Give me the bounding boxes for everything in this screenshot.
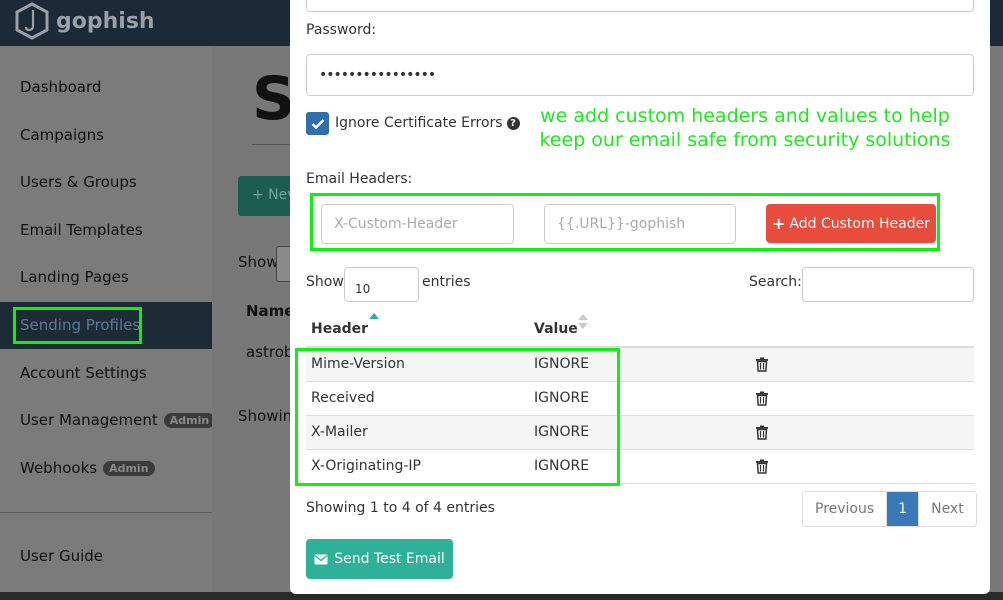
sidebar-item-email-templates[interactable]: Email Templates bbox=[20, 221, 143, 239]
sidebar-item-webhooks[interactable]: Webhooks Admin bbox=[20, 459, 155, 477]
custom-value-input[interactable]: {{.URL}}-gophish bbox=[544, 204, 736, 244]
sidebar-item-campaigns[interactable]: Campaigns bbox=[20, 126, 104, 144]
page-1-button[interactable]: 1 bbox=[887, 492, 920, 526]
logo-text: gophish bbox=[56, 8, 155, 34]
sidebar-item-landing-pages[interactable]: Landing Pages bbox=[20, 268, 129, 286]
trash-icon[interactable] bbox=[755, 459, 769, 474]
add-custom-header-button[interactable]: + Add Custom Header bbox=[766, 204, 936, 243]
table-row: Received IGNORE bbox=[306, 382, 974, 416]
annotation-line-1: we add custom headers and values to help bbox=[540, 105, 950, 127]
admin-badge: Admin bbox=[163, 412, 216, 428]
ignore-cert-label[interactable]: Ignore Certificate Errors? bbox=[335, 115, 520, 131]
table-search-input[interactable] bbox=[802, 267, 974, 302]
trash-icon[interactable] bbox=[755, 425, 769, 440]
password-label: Password: bbox=[306, 22, 377, 38]
annotation-text: we add custom headers and values to help… bbox=[530, 104, 960, 152]
show-label: Show bbox=[306, 274, 344, 290]
value-cell: IGNORE bbox=[534, 424, 590, 440]
sidebar-item-label: User Management bbox=[20, 411, 158, 429]
trash-icon[interactable] bbox=[755, 357, 769, 372]
sort-icon[interactable] bbox=[577, 314, 589, 330]
header-cell: Received bbox=[311, 390, 375, 406]
question-circle-icon[interactable]: ? bbox=[506, 117, 520, 130]
trash-icon[interactable] bbox=[755, 391, 769, 406]
ignore-cert-checkbox[interactable] bbox=[306, 112, 329, 135]
value-cell: IGNORE bbox=[534, 390, 590, 406]
header-cell: X-Mailer bbox=[311, 424, 368, 440]
header-cell: Mime-Version bbox=[311, 356, 405, 372]
plus-icon: + bbox=[771, 214, 786, 233]
sidebar-item-dashboard[interactable]: Dashboard bbox=[20, 78, 101, 96]
page-title: S bbox=[252, 64, 296, 134]
bg-name-header: Name bbox=[246, 302, 295, 320]
sidebar-item-label: Email Templates bbox=[20, 221, 143, 239]
page-length-select[interactable]: 10 bbox=[344, 267, 419, 302]
showing-entries-text: Showing 1 to 4 of 4 entries bbox=[306, 500, 495, 516]
table-row: X-Originating-IP IGNORE bbox=[306, 450, 974, 484]
sidebar-item-sending-profiles[interactable]: Sending Profiles bbox=[20, 316, 140, 334]
sidebar-item-account-settings[interactable]: Account Settings bbox=[20, 364, 147, 382]
password-field[interactable]: •••••••••••••••• bbox=[306, 54, 974, 96]
sidebar-divider bbox=[0, 512, 212, 513]
custom-header-input[interactable]: X-Custom-Header bbox=[321, 204, 514, 244]
bg-show-label: Show bbox=[238, 253, 279, 271]
next-page-button[interactable]: Next bbox=[919, 492, 976, 526]
sidebar-item-label: Dashboard bbox=[20, 78, 102, 96]
header-column-title[interactable]: Header bbox=[311, 321, 368, 337]
hook-logo-icon bbox=[15, 2, 49, 40]
previous-page-button[interactable]: Previous bbox=[803, 492, 888, 526]
bg-profile-row: astrob bbox=[246, 343, 294, 361]
gophish-logo[interactable]: gophish bbox=[14, 2, 155, 40]
sidebar-item-users-groups[interactable]: Users & Groups bbox=[20, 173, 137, 191]
sidebar-item-label: Campaigns bbox=[20, 126, 105, 144]
annotation-line-2: keep our email safe from security soluti… bbox=[539, 129, 951, 151]
envelope-icon bbox=[314, 554, 328, 564]
check-icon bbox=[311, 118, 324, 129]
value-cell: IGNORE bbox=[534, 458, 590, 474]
sending-profile-modal: Password: •••••••••••••••• Ignore Certif… bbox=[290, 0, 990, 594]
send-test-email-label: Send Test Email bbox=[334, 551, 445, 567]
sidebar-item-label: Account Settings bbox=[20, 364, 147, 382]
sidebar-item-label: Users & Groups bbox=[20, 173, 137, 191]
sidebar-item-label: Landing Pages bbox=[20, 268, 129, 286]
entries-label: entries bbox=[422, 274, 471, 290]
search-label: Search: bbox=[749, 274, 802, 290]
pagination: Previous 1 Next bbox=[802, 491, 977, 527]
sidebar-item-user-guide[interactable]: User Guide bbox=[20, 547, 103, 565]
sidebar-item-label: User Guide bbox=[20, 547, 104, 565]
ignore-cert-text: Ignore Certificate Errors bbox=[335, 115, 503, 131]
admin-badge: Admin bbox=[103, 460, 155, 476]
sidebar-item-label: Webhooks bbox=[20, 459, 98, 477]
header-cell: X-Originating-IP bbox=[311, 458, 421, 474]
table-row: X-Mailer IGNORE bbox=[306, 416, 974, 450]
sort-ascending-icon[interactable] bbox=[369, 313, 379, 319]
sidebar-item-label: Sending Profiles bbox=[20, 316, 141, 334]
value-cell: IGNORE bbox=[534, 356, 590, 372]
sidebar-item-user-management[interactable]: User Management Admin bbox=[20, 411, 216, 429]
add-custom-header-label: Add Custom Header bbox=[789, 215, 931, 232]
smtp-from-field[interactable] bbox=[306, 0, 974, 12]
value-column-title[interactable]: Value bbox=[534, 321, 578, 337]
send-test-email-button[interactable]: Send Test Email bbox=[306, 539, 453, 579]
email-headers-label: Email Headers: bbox=[306, 171, 413, 187]
table-row: Mime-Version IGNORE bbox=[306, 348, 974, 382]
